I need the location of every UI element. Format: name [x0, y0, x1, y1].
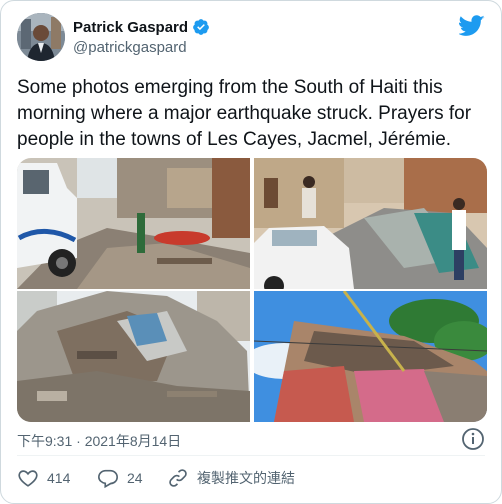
copy-link-button[interactable]: 複製推文的連結: [167, 467, 295, 489]
photo-street-rubble[interactable]: [17, 158, 250, 289]
reply-count: 24: [127, 470, 143, 486]
twitter-bird-icon[interactable]: [459, 15, 485, 37]
tweet-timestamp[interactable]: 下午9:31 · 2021年8月14日: [17, 431, 181, 451]
verified-badge-icon: [193, 19, 209, 35]
tweet-card: Patrick Gaspard @patrickgaspard Some pho…: [0, 0, 502, 504]
copy-link-label: 複製推文的連結: [197, 470, 295, 486]
avatar[interactable]: [17, 13, 65, 61]
divider: [17, 455, 485, 456]
like-button[interactable]: 414: [17, 467, 70, 489]
reply-icon: [98, 469, 118, 489]
photo-collapsed-house-sky[interactable]: [254, 291, 487, 422]
tweet-text: Some photos emerging from the South of H…: [17, 77, 472, 150]
info-icon[interactable]: [461, 427, 485, 451]
link-icon: [169, 469, 187, 487]
author-name-row[interactable]: Patrick Gaspard: [73, 17, 210, 37]
photo-debris-pile[interactable]: [17, 291, 250, 422]
author-handle[interactable]: @patrickgaspard: [73, 39, 187, 56]
photo-collapsed-building-car[interactable]: [254, 158, 487, 289]
like-count: 414: [47, 470, 71, 486]
display-name[interactable]: Patrick Gaspard: [73, 19, 188, 36]
media-grid[interactable]: [17, 158, 487, 422]
heart-icon: [18, 470, 38, 487]
reply-button[interactable]: 24: [97, 467, 143, 489]
